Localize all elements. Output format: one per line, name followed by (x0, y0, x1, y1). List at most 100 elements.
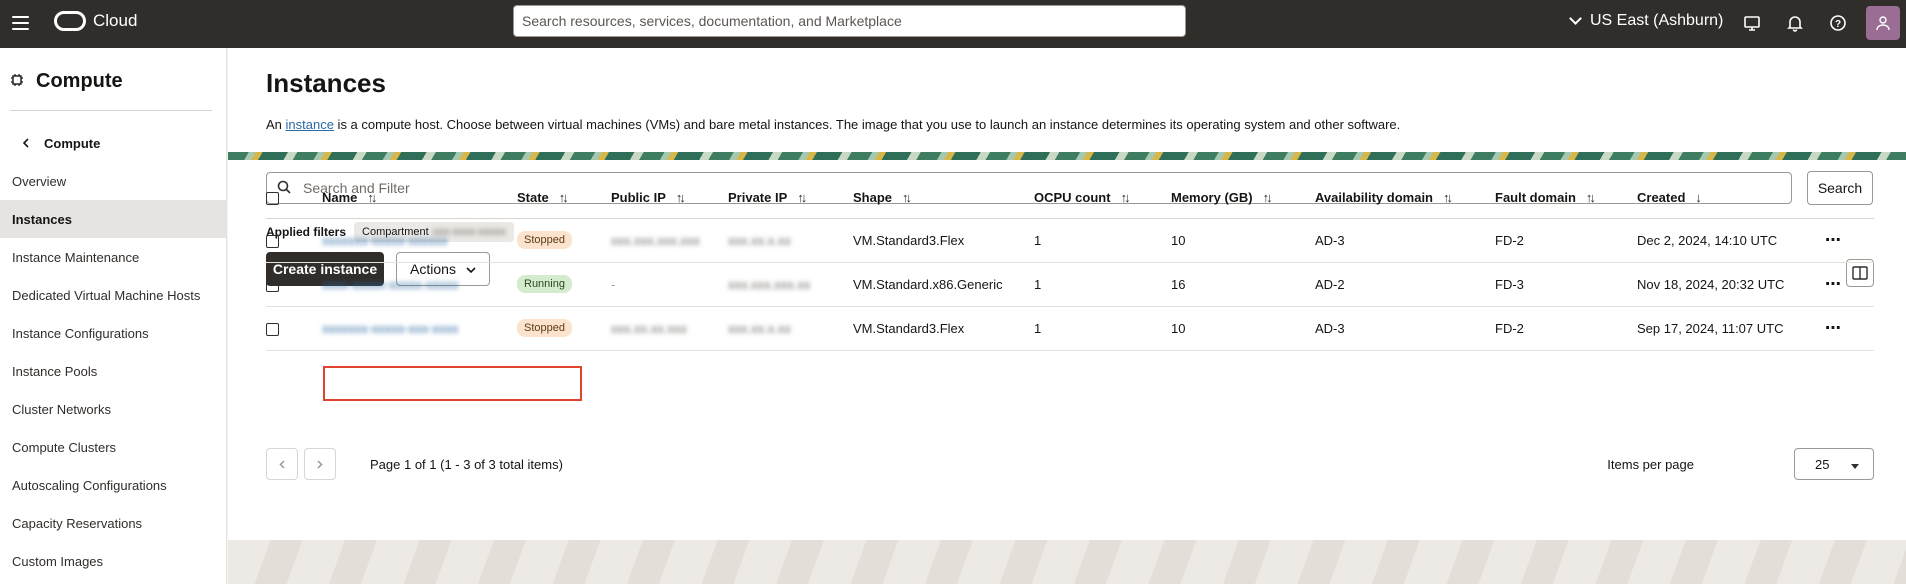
cloud-shell-icon[interactable] (1741, 12, 1763, 34)
table-row: xxxxxxx-xxxxx-xxx-xxxx Stopped xxx.xx.xx… (266, 306, 1874, 351)
memory-cell: 10 (1171, 306, 1315, 351)
col-created[interactable]: Created ↓ (1637, 178, 1825, 219)
instance-name-link[interactable]: xxxxxxx-xxxxx-xxx-xxxx (322, 321, 459, 336)
public-ip: - (611, 276, 616, 292)
sidebar-item-compute-clusters[interactable]: Compute Clusters (0, 428, 226, 466)
col-private-ip[interactable]: Private IP ↑↓ (728, 178, 853, 219)
sidebar-back-link[interactable]: Compute (22, 136, 100, 151)
brand-label[interactable]: Cloud (93, 11, 137, 31)
sidebar: Compute Compute Overview Instances Insta… (0, 48, 227, 584)
table-header-row: Name ↑↓ State ↑↓ Public IP ↑↓ Private IP ↑↓ … (266, 178, 1874, 219)
sidebar-title: Compute (10, 70, 123, 93)
row-checkbox[interactable] (266, 234, 279, 248)
ad-cell: AD-2 (1315, 262, 1495, 307)
desc-suffix: is a compute host. Choose between virtua… (333, 117, 1401, 132)
row-actions-icon[interactable]: ⋯ (1825, 320, 1842, 337)
fd-cell: FD-2 (1495, 218, 1637, 263)
chevron-left-icon (279, 456, 285, 472)
created-cell: Dec 2, 2024, 14:10 UTC (1637, 218, 1825, 263)
col-availability-domain[interactable]: Availability domain ↑↓ (1315, 178, 1495, 219)
col-memory[interactable]: Memory (GB) ↑↓ (1171, 178, 1315, 219)
sidebar-item-custom-images[interactable]: Custom Images (0, 542, 226, 580)
page-title: Instances (266, 68, 386, 98)
instances-table: Name ↑↓ State ↑↓ Public IP ↑↓ Private IP ↑↓ … (266, 178, 1874, 351)
col-actions (1825, 178, 1874, 219)
sort-icon[interactable]: ↑↓ (1263, 190, 1273, 205)
sidebar-item-instance-configurations[interactable]: Instance Configurations (0, 314, 226, 352)
ocpu-cell: 1 (1034, 262, 1171, 307)
sort-icon[interactable]: ↑↓ (367, 190, 377, 205)
user-avatar-icon[interactable] (1866, 6, 1900, 40)
col-shape[interactable]: Shape ↑↓ (853, 178, 1034, 219)
chip-icon (10, 70, 24, 93)
sort-icon[interactable]: ↑↓ (1586, 190, 1596, 205)
decorative-footer-band (228, 540, 1906, 584)
chevron-left-icon (22, 136, 30, 151)
svg-text:?: ? (1835, 19, 1841, 30)
ad-cell: AD-3 (1315, 218, 1495, 263)
help-icon[interactable]: ? (1827, 12, 1849, 34)
select-all-checkbox[interactable] (266, 192, 279, 206)
sort-desc-icon[interactable]: ↓ (1695, 190, 1702, 205)
sidebar-item-instance-pools[interactable]: Instance Pools (0, 352, 226, 390)
items-per-page-value: 25 (1815, 456, 1830, 472)
sort-icon[interactable]: ↑↓ (902, 190, 912, 205)
instance-name-link[interactable]: xxxx-xxxxx-xxxxx-xxxxx (322, 277, 459, 292)
sort-icon[interactable]: ↑↓ (1443, 190, 1453, 205)
col-public-ip[interactable]: Public IP ↑↓ (611, 178, 728, 219)
instance-doc-link[interactable]: instance (286, 117, 334, 132)
sort-icon[interactable]: ↑↓ (676, 190, 686, 205)
global-search-input[interactable]: Search resources, services, documentatio… (513, 5, 1186, 37)
items-per-page-select[interactable]: 25 (1794, 448, 1874, 480)
sidebar-item-capacity-reservations[interactable]: Capacity Reservations (0, 504, 226, 542)
row-checkbox[interactable] (266, 322, 279, 336)
cloud-logo-icon[interactable] (54, 11, 86, 31)
state-badge: Stopped (517, 319, 572, 337)
sidebar-back-label: Compute (44, 136, 101, 151)
hamburger-menu-icon[interactable] (12, 13, 32, 33)
instance-name-link[interactable]: xxxxxxx-xxxxx-xxxxxx (322, 233, 448, 248)
private-ip: xxx.xx.x.xx (728, 232, 791, 248)
sidebar-item-autoscaling-configurations[interactable]: Autoscaling Configurations (0, 466, 226, 504)
sort-icon[interactable]: ↑↓ (1121, 190, 1131, 205)
next-page-button[interactable] (304, 448, 336, 480)
state-badge: Running (517, 275, 572, 293)
pagination: Page 1 of 1 (1 - 3 of 3 total items) Ite… (266, 448, 1874, 482)
sidebar-item-instances[interactable]: Instances (0, 200, 226, 238)
sort-icon[interactable]: ↑↓ (559, 190, 569, 205)
public-ip: xxx.xx.xx.xxx (611, 320, 687, 336)
sidebar-item-cluster-networks[interactable]: Cluster Networks (0, 390, 226, 428)
public-ip: xxx.xxx.xxx.xxx (611, 232, 700, 248)
ocpu-cell: 1 (1034, 306, 1171, 351)
fd-cell: FD-2 (1495, 306, 1637, 351)
state-badge: Stopped (517, 231, 572, 249)
col-name[interactable]: Name ↑↓ (322, 178, 517, 219)
ad-cell: AD-3 (1315, 306, 1495, 351)
table-row: xxxxxxx-xxxxx-xxxxxx Stopped xxx.xxx.xxx… (266, 218, 1874, 263)
col-ocpu-count[interactable]: OCPU count ↑↓ (1034, 178, 1171, 219)
row-actions-icon[interactable]: ⋯ (1825, 276, 1842, 293)
row-checkbox[interactable] (266, 278, 279, 292)
top-navigation-bar: Cloud Search resources, services, docume… (0, 0, 1906, 48)
sidebar-divider (10, 110, 212, 111)
notifications-icon[interactable] (1784, 12, 1806, 34)
shape-cell: VM.Standard3.Flex (853, 306, 1034, 351)
sidebar-item-overview[interactable]: Overview (0, 162, 226, 200)
col-fault-domain[interactable]: Fault domain ↑↓ (1495, 178, 1637, 219)
row-actions-icon[interactable]: ⋯ (1825, 232, 1842, 249)
main-content: Instances An instance is a compute host.… (228, 48, 1906, 584)
previous-page-button[interactable] (266, 448, 298, 480)
sort-icon[interactable]: ↑↓ (797, 190, 807, 205)
col-state[interactable]: State ↑↓ (517, 178, 611, 219)
region-selector[interactable]: US East (Ashburn) (1569, 10, 1723, 32)
sidebar-item-instance-maintenance[interactable]: Instance Maintenance (0, 238, 226, 276)
private-ip: xxx.xx.x.xx (728, 320, 791, 336)
memory-cell: 16 (1171, 262, 1315, 307)
shape-cell: VM.Standard.x86.Generic (853, 262, 1034, 307)
desc-prefix: An (266, 117, 286, 132)
caret-down-icon (1851, 457, 1859, 472)
chevron-right-icon (317, 456, 323, 472)
sidebar-item-dedicated-vm-hosts[interactable]: Dedicated Virtual Machine Hosts (0, 276, 226, 314)
created-cell: Nov 18, 2024, 20:32 UTC (1637, 262, 1825, 307)
sidebar-title-label: Compute (36, 70, 123, 92)
